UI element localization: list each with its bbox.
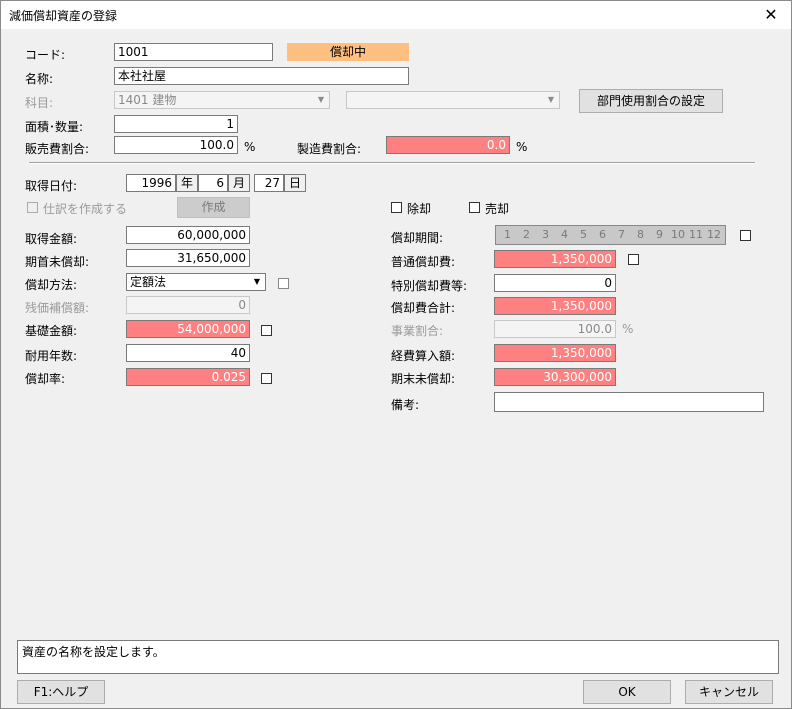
normal-dep-checkbox[interactable] [628, 254, 639, 265]
acq-year-field[interactable]: 1996 [126, 174, 176, 192]
business-ratio-label: 事業割合: [391, 324, 444, 338]
normal-dep-field[interactable]: 1,350,000 [494, 250, 616, 268]
acq-amount-field[interactable]: 60,000,000 [126, 226, 250, 244]
divider [29, 162, 755, 164]
method-select[interactable]: 定額法 ▼ [126, 273, 266, 291]
journal-label: 仕訳を作成する [43, 202, 128, 216]
create-journal-button[interactable]: 作成 [177, 197, 250, 218]
month-unit: 月 [228, 174, 250, 192]
normal-dep-label: 普通償却費: [391, 255, 456, 269]
code-label: コード: [25, 48, 66, 62]
close-icon[interactable]: ✕ [751, 1, 791, 29]
memo-field[interactable] [494, 392, 764, 412]
subject-sub-select[interactable]: ▼ [346, 91, 560, 109]
acq-date-label: 取得日付: [25, 179, 78, 193]
period-month[interactable]: 12 [707, 228, 721, 241]
dialog-window: 減価償却資産の登録 ✕ コード: 1001 償却中 名称: 本社社屋 科目: 1… [0, 0, 792, 709]
period-checkbox[interactable] [740, 230, 751, 241]
code-field[interactable]: 1001 [114, 43, 273, 61]
expense-label: 経費算入額: [391, 349, 456, 363]
area-field[interactable]: 1 [114, 115, 238, 133]
status-badge: 償却中 [287, 43, 409, 61]
acq-day-field[interactable]: 27 [254, 174, 284, 192]
mfg-ratio-field[interactable]: 0.0 [386, 136, 510, 154]
business-ratio-field[interactable]: 100.0 [494, 320, 616, 338]
memo-label: 備考: [391, 398, 420, 412]
name-label: 名称: [25, 72, 54, 86]
subject-select[interactable]: 1401 建物 ▼ [114, 91, 330, 109]
expense-field[interactable]: 1,350,000 [494, 344, 616, 362]
end-undep-field[interactable]: 30,300,000 [494, 368, 616, 386]
life-label: 耐用年数: [25, 349, 78, 363]
sell-checkbox[interactable] [469, 202, 480, 213]
dep-total-label: 償却費合計: [391, 301, 456, 315]
base-amount-field[interactable]: 54,000,000 [126, 320, 250, 338]
ok-button[interactable]: OK [583, 680, 671, 704]
special-dep-label: 特別償却費等: [391, 279, 468, 293]
window-title: 減価償却資産の登録 [9, 9, 118, 23]
name-field[interactable]: 本社社屋 [114, 67, 409, 85]
period-month[interactable]: 4 [561, 228, 568, 241]
day-unit: 日 [284, 174, 306, 192]
acq-amount-label: 取得金額: [25, 232, 78, 246]
period-month[interactable]: 8 [637, 228, 644, 241]
chevron-down-icon: ▼ [317, 95, 325, 104]
base-amount-label: 基礎金額: [25, 324, 78, 338]
begin-undep-field[interactable]: 31,650,000 [126, 249, 250, 267]
sales-ratio-field[interactable]: 100.0 [114, 136, 238, 154]
period-month[interactable]: 3 [542, 228, 549, 241]
method-value: 定額法 [130, 275, 167, 289]
period-month[interactable]: 9 [656, 228, 663, 241]
help-button[interactable]: F1:ヘルプ [17, 680, 105, 704]
acq-month-field[interactable]: 6 [198, 174, 228, 192]
dep-total-field[interactable]: 1,350,000 [494, 297, 616, 315]
life-field[interactable]: 40 [126, 344, 250, 362]
message-box: 資産の名称を設定します。 [17, 640, 779, 674]
rate-label: 償却率: [25, 372, 66, 386]
chevron-down-icon: ▼ [547, 95, 555, 104]
method-checkbox[interactable] [278, 278, 289, 289]
end-undep-label: 期末未償却: [391, 372, 456, 386]
base-amount-checkbox[interactable] [261, 325, 272, 336]
mfg-ratio-unit: % [516, 140, 528, 154]
period-month[interactable]: 1 [504, 228, 511, 241]
chevron-down-icon: ▼ [253, 277, 261, 286]
mfg-ratio-label: 製造費割合: [297, 142, 362, 156]
period-label: 償却期間: [391, 231, 444, 245]
journal-checkbox[interactable] [27, 202, 38, 213]
area-label: 面積･数量: [25, 120, 84, 134]
rate-checkbox[interactable] [261, 373, 272, 384]
method-label: 償却方法: [25, 278, 78, 292]
sales-ratio-label: 販売費割合: [25, 142, 90, 156]
period-month[interactable]: 7 [618, 228, 625, 241]
rate-field[interactable]: 0.025 [126, 368, 250, 386]
sales-ratio-unit: % [244, 140, 256, 154]
dispose-label: 除却 [407, 202, 432, 216]
residual-label: 残価補償額: [25, 301, 90, 315]
dispose-checkbox[interactable] [391, 202, 402, 213]
period-month[interactable]: 2 [523, 228, 530, 241]
dept-ratio-button[interactable]: 部門使用割合の設定 [579, 89, 723, 113]
period-month[interactable]: 11 [689, 228, 703, 241]
cancel-button[interactable]: キャンセル [685, 680, 773, 704]
title-bar: 減価償却資産の登録 ✕ [1, 1, 791, 29]
year-unit: 年 [176, 174, 198, 192]
business-ratio-unit: % [622, 322, 634, 336]
period-month[interactable]: 10 [671, 228, 685, 241]
sell-label: 売却 [485, 202, 510, 216]
period-selector[interactable]: 1 2 3 4 5 6 7 8 9 10 11 12 [495, 225, 726, 245]
subject-value: 1401 建物 [118, 93, 177, 107]
special-dep-field[interactable]: 0 [494, 274, 616, 292]
begin-undep-label: 期首未償却: [25, 255, 90, 269]
residual-field[interactable]: 0 [126, 296, 250, 314]
period-month[interactable]: 5 [580, 228, 587, 241]
period-month[interactable]: 6 [599, 228, 606, 241]
subject-label: 科目: [25, 96, 54, 110]
